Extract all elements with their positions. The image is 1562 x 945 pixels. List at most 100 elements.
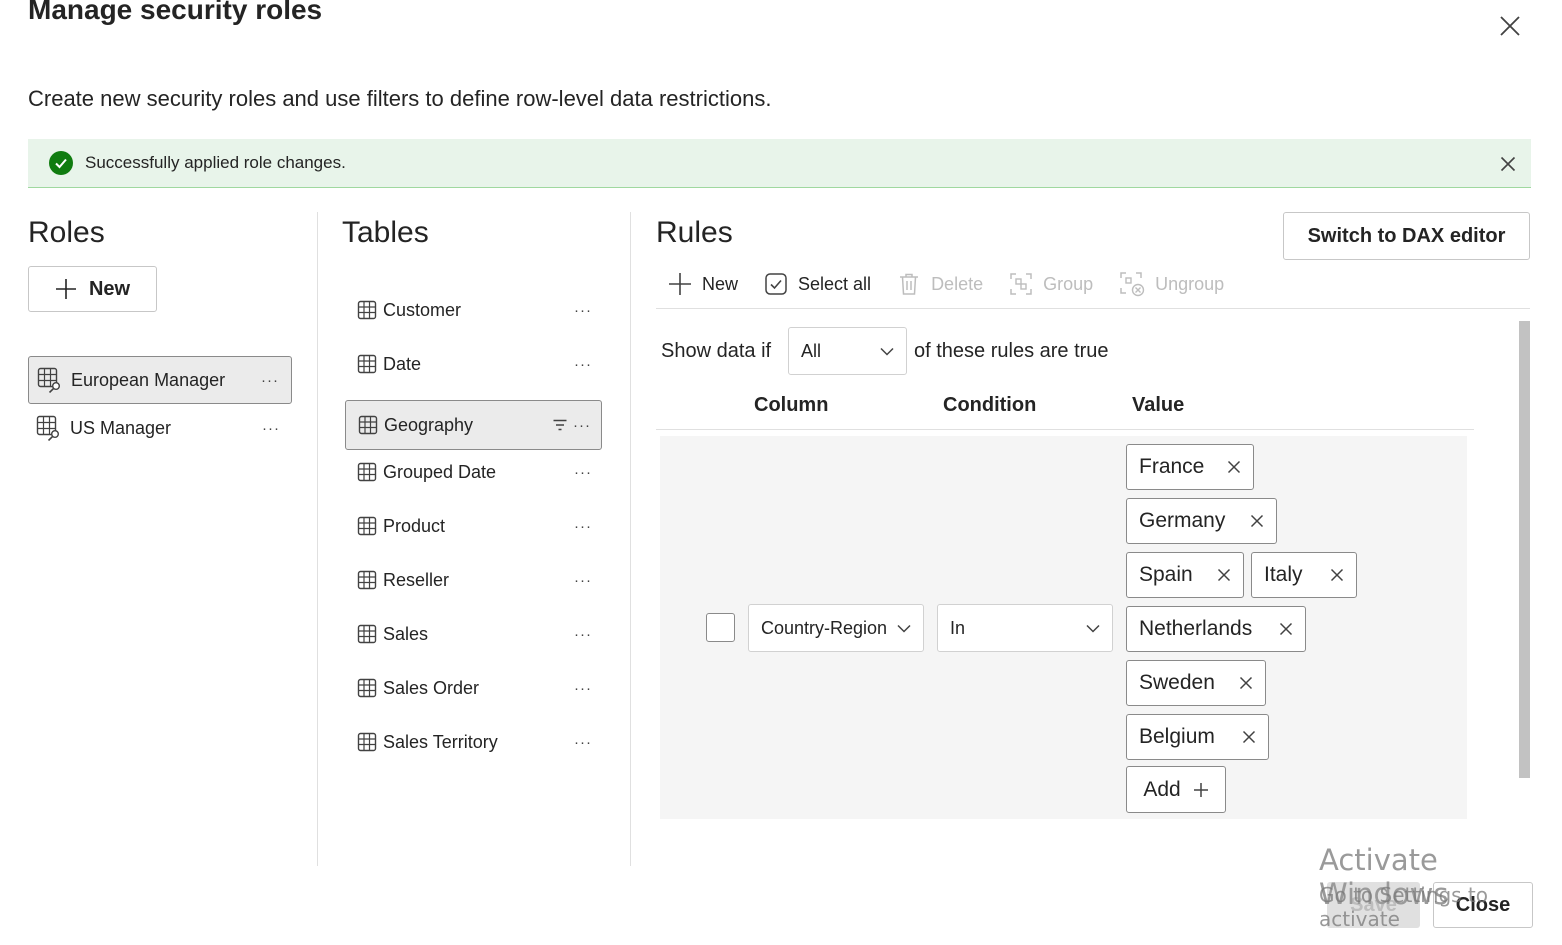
more-options-icon[interactable]: ··· xyxy=(574,464,592,481)
remove-value-icon[interactable] xyxy=(1279,622,1293,636)
new-rule-label: New xyxy=(702,273,739,294)
new-rule-button[interactable]: New xyxy=(668,272,738,296)
remove-value-icon[interactable] xyxy=(1242,730,1256,744)
more-options-icon[interactable]: ··· xyxy=(574,356,592,373)
rules-toolbar: New Select all Delete Group Ungroup xyxy=(656,264,1250,304)
close-dialog-button[interactable] xyxy=(1494,10,1526,42)
dismiss-banner-button[interactable] xyxy=(1497,153,1519,175)
divider xyxy=(656,308,1530,309)
roles-heading: Roles xyxy=(28,216,105,249)
add-value-label: Add xyxy=(1143,777,1181,801)
condition-value: In xyxy=(950,617,966,638)
column-value: Country-Region xyxy=(761,617,888,638)
more-options-icon[interactable]: ··· xyxy=(573,417,591,434)
switch-to-dax-button[interactable]: Switch to DAX editor xyxy=(1283,212,1530,260)
close-icon xyxy=(1500,16,1520,36)
table-label: Sales xyxy=(383,623,429,644)
banner-message: Successfully applied role changes. xyxy=(85,153,346,172)
value-chip: Germany xyxy=(1126,498,1277,544)
delete-label: Delete xyxy=(931,273,984,294)
table-item-date[interactable]: Date ··· xyxy=(345,339,602,389)
new-role-button[interactable]: New xyxy=(28,266,157,312)
plus-icon xyxy=(55,278,77,300)
watermark-subtitle: Go to Settings to activate xyxy=(1319,883,1488,931)
new-role-label: New xyxy=(88,277,131,300)
table-label: Product xyxy=(383,515,446,536)
divider xyxy=(656,429,1474,430)
table-label: Grouped Date xyxy=(383,461,497,482)
ungroup-button[interactable]: Ungroup xyxy=(1119,271,1224,297)
table-icon xyxy=(357,678,377,698)
role-item-us-manager[interactable]: US Manager ··· xyxy=(28,404,292,452)
dialog-subtitle: Create new security roles and use filter… xyxy=(28,86,772,111)
chevron-down-icon xyxy=(880,347,894,356)
value-chip-label: France xyxy=(1139,455,1205,478)
table-item-sales[interactable]: Sales ··· xyxy=(345,609,602,659)
role-label: European Manager xyxy=(71,369,226,390)
more-options-icon[interactable]: ··· xyxy=(574,572,592,589)
more-options-icon[interactable]: ··· xyxy=(574,734,592,751)
table-icon xyxy=(357,732,377,752)
value-chip: Sweden xyxy=(1126,660,1266,706)
group-button[interactable]: Group xyxy=(1009,272,1093,296)
more-options-icon[interactable]: ··· xyxy=(574,680,592,697)
table-label: Sales Order xyxy=(383,677,480,698)
table-label: Geography xyxy=(384,414,474,435)
table-label: Reseller xyxy=(383,569,450,590)
value-chip-label: Sweden xyxy=(1139,671,1215,694)
divider xyxy=(317,212,318,866)
remove-value-icon[interactable] xyxy=(1227,460,1241,474)
value-chip: France xyxy=(1126,444,1254,490)
table-label: Customer xyxy=(383,299,462,320)
more-options-icon[interactable]: ··· xyxy=(574,518,592,535)
table-item-product[interactable]: Product ··· xyxy=(345,501,602,551)
rule-checkbox[interactable] xyxy=(706,613,735,642)
add-value-button[interactable]: Add xyxy=(1126,766,1226,813)
value-chip-label: Germany xyxy=(1139,509,1226,532)
condition-dropdown[interactable]: In xyxy=(937,604,1113,652)
ungroup-label: Ungroup xyxy=(1155,273,1225,294)
table-item-grouped-date[interactable]: Grouped Date ··· xyxy=(345,447,602,497)
chevron-down-icon xyxy=(1086,624,1100,633)
more-options-icon[interactable]: ··· xyxy=(574,302,592,319)
ungroup-icon xyxy=(1119,271,1145,297)
plus-icon xyxy=(668,272,692,296)
table-item-customer[interactable]: Customer ··· xyxy=(345,285,602,335)
match-mode-dropdown[interactable]: All xyxy=(788,327,907,375)
success-banner: Successfully applied role changes. xyxy=(28,139,1531,188)
show-data-if-label: Show data if xyxy=(661,340,772,362)
select-all-label: Select all xyxy=(798,273,872,294)
scrollbar[interactable] xyxy=(1519,321,1530,778)
table-icon xyxy=(357,300,377,320)
table-label: Sales Territory xyxy=(383,731,498,752)
role-key-icon xyxy=(36,415,62,441)
more-options-icon[interactable]: ··· xyxy=(261,372,279,389)
column-dropdown[interactable]: Country-Region xyxy=(748,604,924,652)
match-mode-value: All xyxy=(801,340,822,361)
remove-value-icon[interactable] xyxy=(1330,568,1344,582)
rules-heading: Rules xyxy=(656,216,733,249)
remove-value-icon[interactable] xyxy=(1217,568,1231,582)
remove-value-icon[interactable] xyxy=(1250,514,1264,528)
table-label: Date xyxy=(383,353,422,374)
more-options-icon[interactable]: ··· xyxy=(262,420,280,437)
remove-value-icon[interactable] xyxy=(1239,676,1253,690)
plus-icon xyxy=(1193,782,1209,798)
table-item-geography[interactable]: Geography ··· xyxy=(345,400,602,450)
table-item-sales-territory[interactable]: Sales Territory ··· xyxy=(345,717,602,767)
table-icon xyxy=(357,354,377,374)
success-check-icon xyxy=(49,151,73,175)
role-item-european-manager[interactable]: European Manager ··· xyxy=(28,356,292,404)
value-chip-label: Belgium xyxy=(1139,725,1215,748)
value-chip: Italy xyxy=(1251,552,1357,598)
more-options-icon[interactable]: ··· xyxy=(574,626,592,643)
table-item-reseller[interactable]: Reseller ··· xyxy=(345,555,602,605)
table-icon xyxy=(357,570,377,590)
trash-icon xyxy=(897,272,921,296)
table-item-sales-order[interactable]: Sales Order ··· xyxy=(345,663,602,713)
table-icon xyxy=(358,415,378,435)
select-all-button[interactable]: Select all xyxy=(764,272,871,296)
value-chip: Spain xyxy=(1126,552,1244,598)
delete-button[interactable]: Delete xyxy=(897,272,983,296)
value-chip: Belgium xyxy=(1126,714,1269,760)
